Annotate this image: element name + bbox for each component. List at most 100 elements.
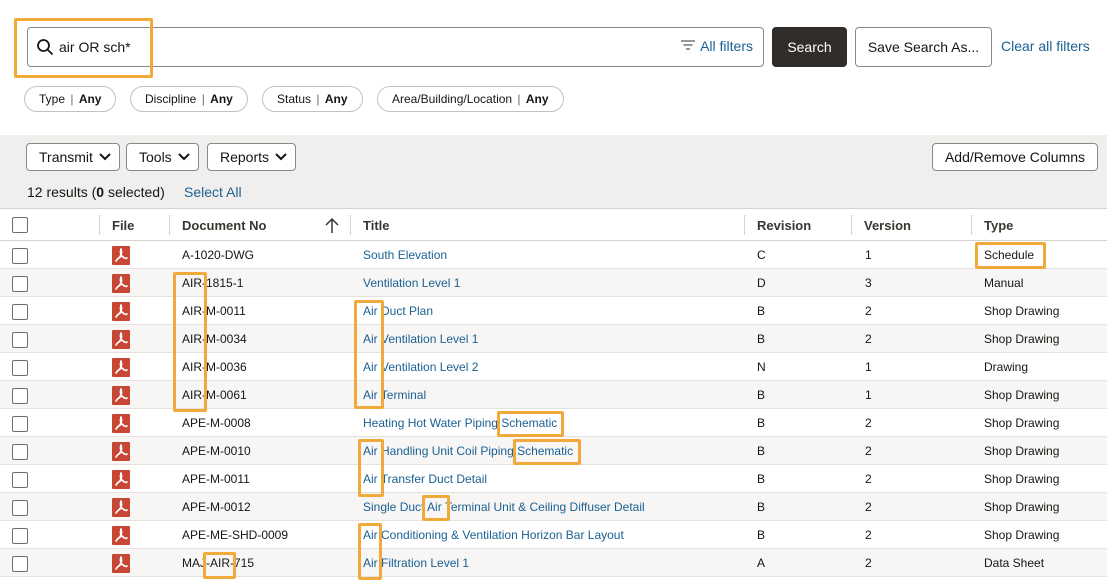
column-divider <box>744 215 745 235</box>
version-cell: 3 <box>865 276 872 290</box>
pdf-file-icon[interactable] <box>112 526 130 545</box>
title-link[interactable]: Heating Hot Water Piping Schematic <box>363 409 557 437</box>
pdf-file-icon[interactable] <box>112 274 130 293</box>
row-checkbox[interactable] <box>12 360 28 376</box>
pdf-file-icon[interactable] <box>112 442 130 461</box>
selected-word: selected) <box>104 184 165 200</box>
row-checkbox[interactable] <box>12 416 28 432</box>
table-row[interactable]: A-1020-DWG South Elevation C 1 Schedule <box>0 241 1107 269</box>
tools-menu-button[interactable]: Tools <box>126 143 199 171</box>
chip-type[interactable]: Type | Any <box>24 86 117 112</box>
table-row[interactable]: AIR-1815-1 Ventilation Level 1 D 3 Manual <box>0 269 1107 297</box>
search-input[interactable]: air OR sch* All filters <box>27 27 764 67</box>
pdf-file-icon[interactable] <box>112 386 130 405</box>
transmit-menu-button[interactable]: Transmit <box>26 143 120 171</box>
type-cell: Shop Drawing <box>984 332 1060 346</box>
type-cell: Shop Drawing <box>984 500 1060 514</box>
type-cell: Shop Drawing <box>984 472 1060 486</box>
pdf-file-icon[interactable] <box>112 498 130 517</box>
table-row[interactable]: AIR-M-0034 Air Ventilation Level 1 B 2 Shop … <box>0 325 1107 353</box>
reports-menu-button[interactable]: Reports <box>207 143 297 171</box>
row-checkbox[interactable] <box>12 528 28 544</box>
results-number: 12 <box>27 184 43 200</box>
table-row[interactable]: AIR-M-0061 Air Terminal B 1 Shop Drawing <box>0 381 1107 409</box>
chip-label: Type <box>39 92 66 106</box>
title-link[interactable]: Air Conditioning & Ventilation Horizon B… <box>363 521 624 549</box>
search-button[interactable]: Search <box>772 27 847 67</box>
title-link[interactable]: Air Ventilation Level 2 <box>363 353 478 381</box>
column-header-version[interactable]: Version <box>864 209 911 240</box>
title-link[interactable]: Air Duct Plan <box>363 297 433 325</box>
row-checkbox[interactable] <box>12 276 28 292</box>
results-word: results ( <box>46 184 97 200</box>
title-link[interactable]: Air Ventilation Level 1 <box>363 325 478 353</box>
pdf-file-icon[interactable] <box>112 358 130 377</box>
chip-area-building-location[interactable]: Area/Building/Location | Any <box>377 86 564 112</box>
type-cell: Shop Drawing <box>984 444 1060 458</box>
pdf-file-icon[interactable] <box>112 330 130 349</box>
results-table: File Document No Title Revision Version … <box>0 208 1107 577</box>
reports-label: Reports <box>220 149 270 165</box>
revision-cell: B <box>757 528 766 542</box>
document-no-cell: APE-M-0011 <box>182 472 250 486</box>
document-no-cell: AIR-1815-1 <box>182 276 244 290</box>
table-row[interactable]: AIR-M-0011 Air Duct Plan B 2 Shop Drawing <box>0 297 1107 325</box>
pdf-file-icon[interactable] <box>112 414 130 433</box>
pdf-file-icon[interactable] <box>112 302 130 321</box>
title-link[interactable]: Air Transfer Duct Detail <box>363 465 487 493</box>
chip-label: Area/Building/Location <box>392 92 513 106</box>
column-header-revision[interactable]: Revision <box>757 209 811 240</box>
search-query-text[interactable]: air OR sch* <box>59 39 131 55</box>
clear-all-filters-link[interactable]: Clear all filters <box>1001 38 1090 54</box>
all-filters-link[interactable]: All filters <box>680 38 753 54</box>
table-row[interactable]: APE-M-0010 Air Handling Unit Coil Piping … <box>0 437 1107 465</box>
row-checkbox[interactable] <box>12 248 28 264</box>
title-link[interactable]: Single Duct Air Terminal Unit & Ceiling … <box>363 493 645 521</box>
document-no-cell: APE-M-0012 <box>182 500 251 514</box>
add-remove-columns-button[interactable]: Add/Remove Columns <box>932 143 1098 171</box>
title-link[interactable]: Air Handling Unit Coil Piping Schematic <box>363 437 573 465</box>
revision-cell: B <box>757 500 766 514</box>
pdf-file-icon[interactable] <box>112 470 130 489</box>
row-checkbox[interactable] <box>12 304 28 320</box>
chip-discipline[interactable]: Discipline | Any <box>130 86 248 112</box>
table-row[interactable]: APE-M-0008 Heating Hot Water Piping Schem… <box>0 409 1107 437</box>
row-checkbox[interactable] <box>12 556 28 572</box>
row-checkbox[interactable] <box>12 388 28 404</box>
column-header-type[interactable]: Type <box>984 209 1013 240</box>
row-checkbox[interactable] <box>12 444 28 460</box>
column-header-document-no[interactable]: Document No <box>182 209 267 240</box>
title-link[interactable]: Air Filtration Level 1 <box>363 549 469 577</box>
type-cell: Drawing <box>984 360 1029 374</box>
save-search-as-button[interactable]: Save Search As... <box>855 27 992 67</box>
title-link[interactable]: Ventilation Level 1 <box>363 269 460 297</box>
pdf-file-icon[interactable] <box>112 246 130 265</box>
title-link[interactable]: South Elevation <box>363 241 447 269</box>
title-link[interactable]: Air Terminal <box>363 381 426 409</box>
column-header-file[interactable]: File <box>112 209 134 240</box>
row-checkbox[interactable] <box>12 500 28 516</box>
column-divider <box>99 215 100 235</box>
table-row[interactable]: AIR-M-0036 Air Ventilation Level 2 N 1 Drawi… <box>0 353 1107 381</box>
selected-count: 0 <box>96 184 105 200</box>
row-checkbox[interactable] <box>12 332 28 348</box>
sort-ascending-icon[interactable] <box>325 217 339 234</box>
version-cell: 2 <box>865 444 872 458</box>
table-row[interactable]: MAJ-AIR-715 Air Filtration Level 1 A 2 Data … <box>0 549 1107 577</box>
select-all-link[interactable]: Select All <box>184 184 242 200</box>
chip-status[interactable]: Status | Any <box>262 86 363 112</box>
filter-icon <box>681 40 696 50</box>
version-cell: 2 <box>865 500 872 514</box>
table-row[interactable]: APE-ME-SHD-0009 Air Conditioning & Ventil… <box>0 521 1107 549</box>
column-header-title[interactable]: Title <box>363 209 390 240</box>
column-divider <box>350 215 351 235</box>
chip-value: Any <box>78 92 102 106</box>
document-no-cell: A-1020-DWG <box>182 248 255 262</box>
pdf-file-icon[interactable] <box>112 554 130 573</box>
revision-cell: B <box>757 388 766 402</box>
revision-cell: B <box>757 416 766 430</box>
row-checkbox[interactable] <box>12 472 28 488</box>
select-all-checkbox[interactable] <box>12 217 28 233</box>
table-row[interactable]: APE-M-0011 Air Transfer Duct Detail B 2 Shop… <box>0 465 1107 493</box>
table-row[interactable]: APE-M-0012 Single Duct Air Terminal Unit … <box>0 493 1107 521</box>
